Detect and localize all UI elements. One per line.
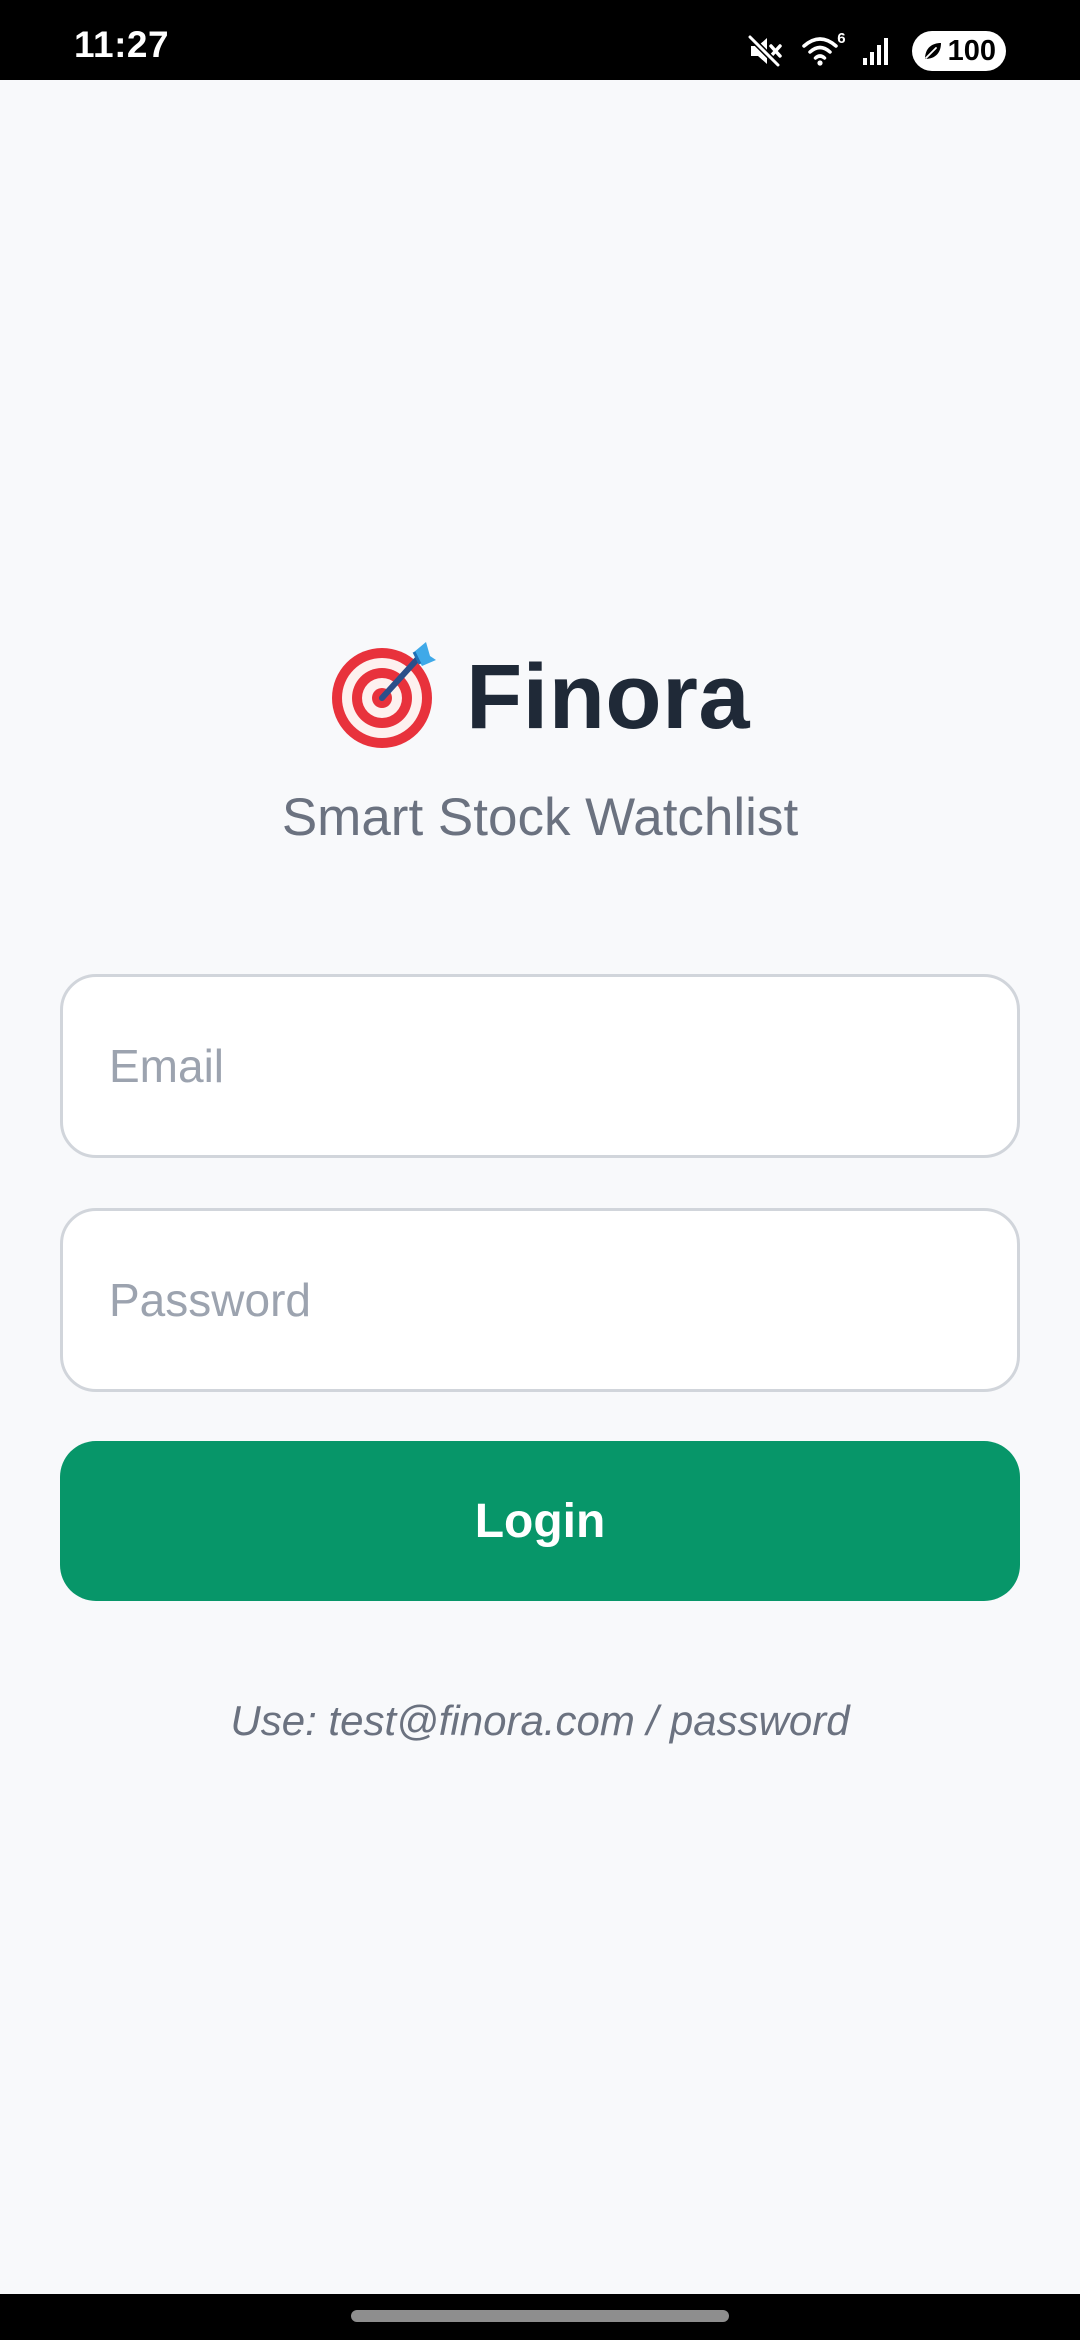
status-time: 11:27 <box>74 24 170 65</box>
login-button[interactable]: Login <box>60 1441 1020 1601</box>
app-title: Finora <box>465 646 751 748</box>
brand: Finora <box>0 640 1080 755</box>
credentials-hint: Use: test@finora.com / password <box>230 1697 850 1744</box>
email-field[interactable] <box>60 974 1020 1158</box>
battery-icon: 100 <box>911 31 1006 71</box>
wifi-badge: 6 <box>837 30 846 47</box>
navigation-bar <box>0 2294 1080 2340</box>
status-bar: 11:27 6 100 <box>0 0 1080 80</box>
home-indicator[interactable] <box>351 2310 729 2322</box>
battery-level: 100 <box>947 34 996 67</box>
mute-icon <box>747 35 782 67</box>
password-field[interactable] <box>60 1208 1020 1392</box>
app-subtitle: Smart Stock Watchlist <box>281 788 799 847</box>
wifi-icon: 6 <box>801 31 846 67</box>
direct-hit-target-icon <box>330 640 440 755</box>
status-icons: 6 100 <box>747 30 1006 72</box>
leaf-icon <box>924 43 941 59</box>
signal-icon <box>862 36 892 66</box>
